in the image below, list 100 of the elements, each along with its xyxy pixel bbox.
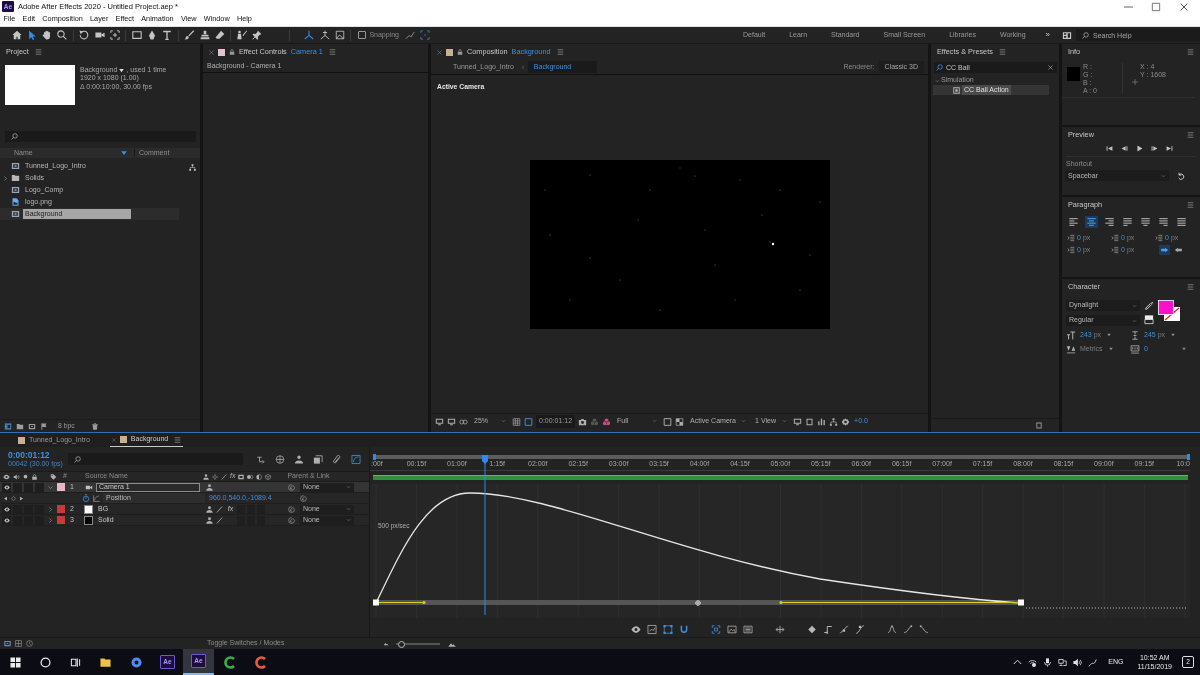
navigator-start-handle[interactable]: [373, 453, 376, 460]
frame-image-icon[interactable]: [727, 625, 737, 635]
panel-layout-icon[interactable]: [1062, 30, 1072, 40]
text-tool-icon[interactable]: [162, 30, 173, 40]
next-frame-icon[interactable]: [1150, 145, 1158, 152]
camera-icon[interactable]: [578, 417, 588, 426]
trash-icon[interactable]: [90, 422, 99, 430]
split-arrows-icon[interactable]: [775, 625, 785, 635]
text-align-icon[interactable]: [1103, 216, 1116, 228]
eye-icon[interactable]: [3, 506, 10, 512]
color-circles-icon[interactable]: [590, 417, 600, 426]
frame-icon[interactable]: [805, 417, 815, 426]
eraser-icon[interactable]: [214, 30, 225, 40]
two-circles-icon[interactable]: [459, 417, 468, 426]
stacked-frames-icon[interactable]: [312, 454, 323, 464]
label-color-swatch[interactable]: [57, 483, 65, 491]
folder-icon[interactable]: [16, 422, 24, 430]
magnet-icon[interactable]: [679, 625, 689, 635]
dashed-box-icon[interactable]: [663, 625, 673, 635]
pen-stroke-icon[interactable]: [1088, 657, 1098, 667]
pin-icon[interactable]: [252, 30, 263, 40]
fill-stroke-swatch-icon[interactable]: [1158, 300, 1182, 322]
label-color-swatch[interactable]: [57, 516, 65, 524]
home-icon[interactable]: [11, 30, 22, 40]
zigzag-line-icon[interactable]: [404, 30, 415, 40]
menu-icon[interactable]: [328, 49, 336, 55]
menu-icon[interactable]: [34, 49, 42, 55]
caret-icon[interactable]: [119, 67, 125, 73]
bars-icon[interactable]: [817, 417, 827, 426]
diagonal-line-icon[interactable]: [839, 625, 849, 635]
text-align-icon[interactable]: [1085, 216, 1098, 228]
color-circles-icon[interactable]: [602, 417, 612, 426]
text-align-icon[interactable]: [1157, 216, 1170, 228]
rotate-icon[interactable]: [79, 30, 90, 40]
menu-icon[interactable]: [998, 49, 1006, 55]
zoom-box-icon[interactable]: [711, 625, 721, 635]
hand-icon[interactable]: [41, 30, 52, 40]
composition-icon[interactable]: [4, 640, 11, 647]
maximize-icon[interactable]: [1152, 2, 1160, 11]
monitor-icon[interactable]: [447, 417, 456, 426]
curve-line-icon[interactable]: [855, 625, 865, 635]
monitor-icon[interactable]: [435, 417, 444, 426]
last-frame-icon[interactable]: [1165, 145, 1173, 152]
text-align-icon[interactable]: [1067, 216, 1080, 228]
gear-icon[interactable]: [841, 417, 851, 426]
rectangle-icon[interactable]: [131, 30, 142, 40]
frame-lines-icon[interactable]: [743, 625, 753, 635]
first-frame-icon[interactable]: [1105, 145, 1113, 152]
diamond-icon[interactable]: [807, 625, 817, 635]
step-line-icon[interactable]: [823, 625, 833, 635]
keyframe[interactable]: [1018, 599, 1024, 606]
chevron-icon[interactable]: [48, 484, 53, 490]
close-icon[interactable]: [1180, 2, 1188, 11]
menu-icon[interactable]: [174, 436, 182, 443]
clear-icon[interactable]: [1048, 65, 1053, 70]
boxed-peak-icon[interactable]: [334, 30, 345, 40]
stamp-icon[interactable]: [199, 30, 210, 40]
search-field[interactable]: [5, 131, 196, 142]
sort-caret-icon[interactable]: [120, 150, 128, 156]
checker-icon[interactable]: [675, 417, 685, 426]
flowchart-icon[interactable]: [829, 417, 839, 426]
chevron-icon[interactable]: [48, 506, 53, 512]
menu-icon[interactable]: [556, 49, 564, 55]
selection-arrow-icon[interactable]: [26, 30, 37, 40]
snapping-checkbox[interactable]: [358, 31, 367, 39]
previous-frame-icon[interactable]: [1120, 145, 1128, 152]
shy-icon[interactable]: [206, 483, 213, 491]
chevron-icon[interactable]: [3, 175, 8, 181]
clock-icon[interactable]: [26, 640, 33, 647]
brush-icon[interactable]: [184, 30, 195, 40]
page-icon[interactable]: [1035, 422, 1043, 429]
menu-icon[interactable]: [1187, 284, 1194, 290]
reset-arrow-icon[interactable]: [1177, 171, 1185, 180]
flowchart-icon[interactable]: [189, 164, 196, 171]
grid-icon[interactable]: [512, 417, 521, 426]
monitor-network-icon[interactable]: [1058, 657, 1068, 667]
ease-curve-icon[interactable]: [887, 625, 897, 635]
monitor-icon[interactable]: [793, 417, 803, 426]
film-frame-icon[interactable]: [4, 422, 12, 430]
text-align-icon[interactable]: [1139, 216, 1152, 228]
shy-icon[interactable]: [206, 516, 213, 524]
menu-icon[interactable]: [1187, 202, 1194, 208]
dashed-crosshair-icon[interactable]: [109, 30, 120, 40]
branch-arrow-icon[interactable]: [255, 454, 266, 464]
current-time-display[interactable]: 0:00:01:12: [8, 450, 68, 460]
text-align-icon[interactable]: [1175, 216, 1188, 228]
ease-out-icon[interactable]: [919, 625, 929, 635]
mountain-icon[interactable]: [383, 641, 389, 646]
composition-icon[interactable]: [28, 422, 36, 430]
chevron-icon[interactable]: [48, 517, 53, 523]
eye-icon[interactable]: [3, 484, 10, 490]
eye-icon[interactable]: [631, 625, 641, 635]
figure-brush-icon[interactable]: [237, 30, 248, 40]
eye-icon[interactable]: [3, 517, 10, 523]
pen-icon[interactable]: [147, 30, 158, 40]
next-keyframe-icon[interactable]: [19, 495, 24, 501]
keyframe[interactable]: [373, 599, 379, 606]
grid-icon[interactable]: [15, 640, 22, 647]
menu-icon[interactable]: [1187, 132, 1194, 138]
chart-box-icon[interactable]: [647, 625, 657, 635]
